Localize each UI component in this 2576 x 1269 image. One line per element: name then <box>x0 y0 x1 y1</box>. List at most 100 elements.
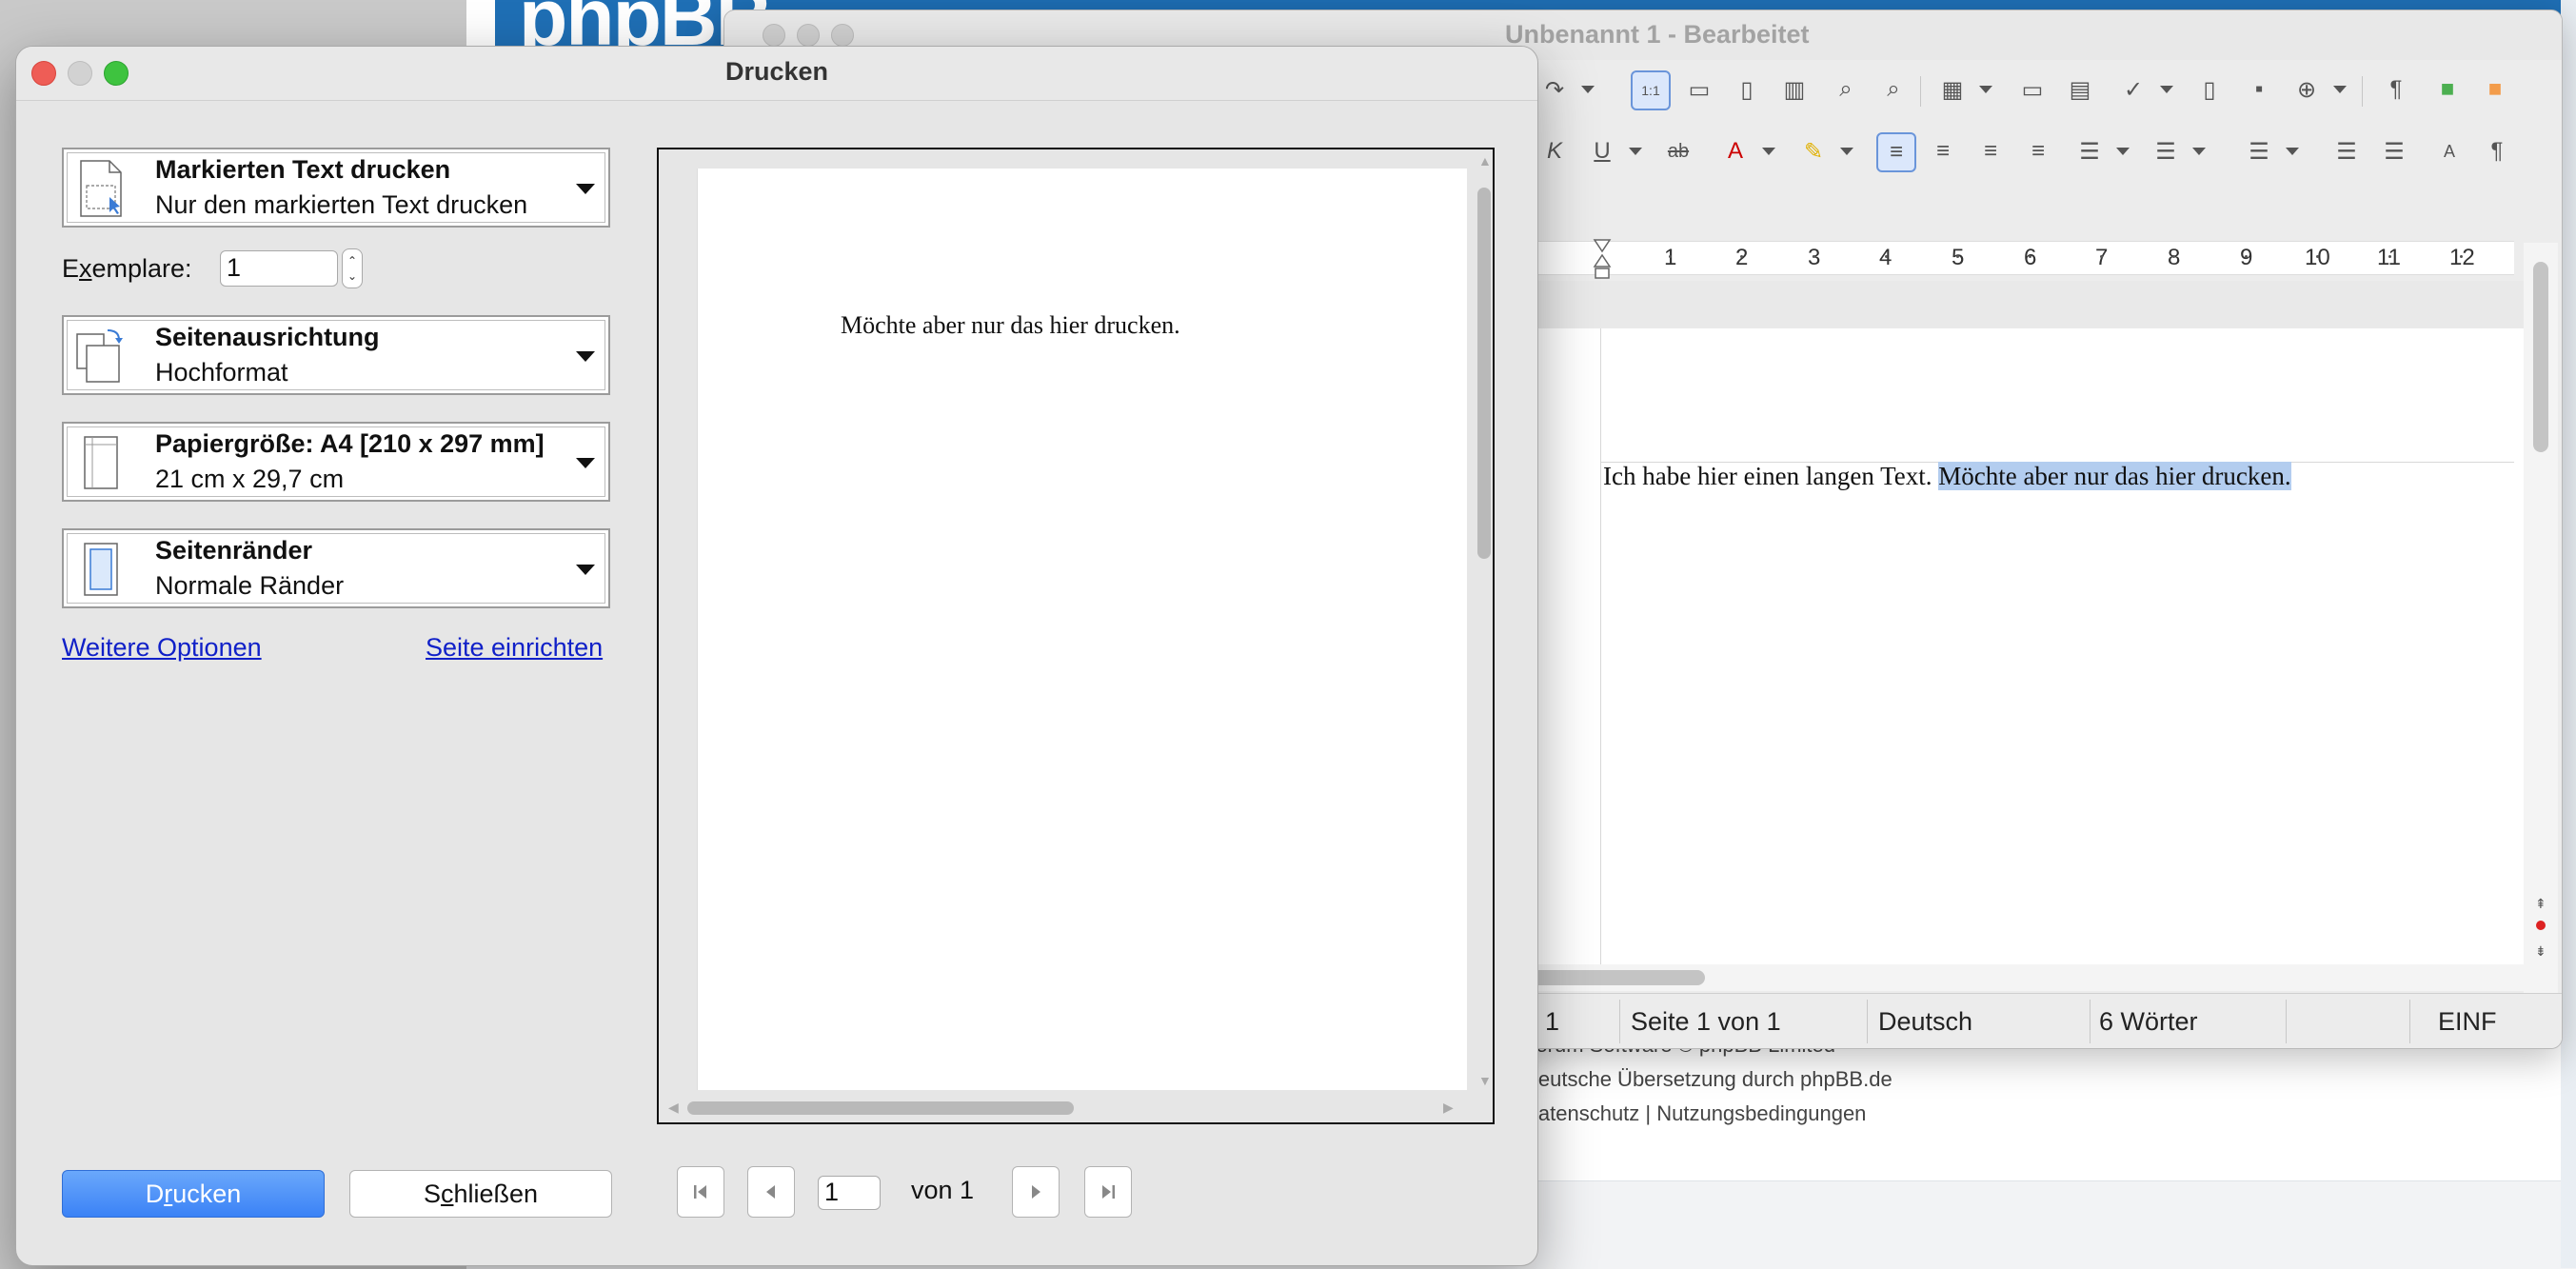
next-page-button[interactable] <box>1012 1166 1060 1218</box>
italic-icon[interactable]: K <box>1536 132 1574 170</box>
footer-line-3[interactable]: Datenschutz | Nutzungsbedingungen <box>1523 1097 1892 1131</box>
ruler-tick <box>2388 255 2391 258</box>
page-count-label: von 1 <box>911 1176 975 1204</box>
align-right-icon[interactable]: ≡ <box>1972 132 2010 170</box>
page-break-icon[interactable]: ▯ <box>2190 70 2229 109</box>
highlight-icon[interactable]: ✎ <box>1794 132 1833 170</box>
extension-p-icon[interactable]: ■ <box>2428 70 2467 109</box>
previous-page-button[interactable] <box>747 1166 795 1218</box>
print-range-subtitle: Nur den markierten Text drucken <box>155 190 528 219</box>
indent-marker-icon[interactable] <box>1593 238 1612 280</box>
insert-field-icon[interactable]: ▪ <box>2240 70 2278 109</box>
line-spacing-icon[interactable]: ☰ <box>2240 132 2278 170</box>
ruler-tick <box>2172 255 2175 258</box>
paragraph-style-icon[interactable]: A <box>2430 132 2468 170</box>
strikethrough-icon[interactable]: ab <box>1659 132 1697 170</box>
preview-vertical-scroll-thumb[interactable] <box>1477 188 1491 559</box>
hyperlink-dropdown[interactable] <box>2333 86 2347 93</box>
status-page-number: 1 <box>1545 1007 1560 1036</box>
document-text-selection[interactable]: Möchte aber nur das hier drucken. <box>1938 462 2291 490</box>
scroll-right-icon[interactable]: ▶ <box>1443 1100 1454 1116</box>
decrease-indent-icon[interactable]: ☰ <box>2375 132 2413 170</box>
print-range-title: Markierten Text drucken <box>155 155 451 184</box>
more-options-link[interactable]: Weitere Optionen <box>62 633 262 663</box>
increase-indent-icon[interactable]: ☰ <box>2328 132 2366 170</box>
redo-icon[interactable]: ↷ <box>1536 70 1574 109</box>
writer-vertical-scrollbar[interactable]: ⇞ ⇟ <box>2524 243 2558 995</box>
print-preview: Möchte aber nur das hier drucken. ▲ ▼ ◀ … <box>657 148 1495 1124</box>
print-button[interactable]: Drucken <box>62 1170 325 1218</box>
page-number-input[interactable]: 1 <box>818 1176 881 1210</box>
underline-icon[interactable]: U <box>1583 132 1621 170</box>
numbered-list-dropdown[interactable] <box>2192 148 2206 155</box>
navigator-icon[interactable] <box>2536 921 2546 930</box>
find-replace-icon[interactable]: ⌕ <box>1874 70 1912 109</box>
margins-dropdown[interactable]: Seitenränder Normale Ränder <box>62 528 610 608</box>
page-width-icon[interactable]: ▭ <box>1680 70 1718 109</box>
status-divider <box>1867 1000 1868 1043</box>
extension-s-icon[interactable]: ■ <box>2476 70 2514 109</box>
preview-text: Möchte aber nur das hier drucken. <box>841 311 1180 339</box>
document-text[interactable]: Ich habe hier einen langen Text. Möchte … <box>1603 462 2291 491</box>
scroll-down-icon[interactable]: ▼ <box>1478 1073 1492 1088</box>
status-word-count[interactable]: 6 Wörter <box>2099 1007 2198 1037</box>
status-insert-mode[interactable]: EINF <box>2438 1007 2497 1037</box>
find-icon[interactable]: ⌕ <box>1827 70 1865 109</box>
copies-input[interactable]: 1 <box>220 250 338 287</box>
stepper-up-icon[interactable]: ⌃ <box>347 255 357 267</box>
ruler-tick <box>1884 255 1888 258</box>
insert-chart-icon[interactable]: ▤ <box>2061 70 2099 109</box>
status-language[interactable]: Deutsch <box>1878 1007 1972 1037</box>
scroll-left-icon[interactable]: ◀ <box>668 1100 679 1116</box>
underline-dropdown[interactable] <box>1629 148 1642 155</box>
print-dialog-titlebar: Drucken <box>16 47 1537 101</box>
preview-vertical-scrollbar[interactable]: ▲ ▼ <box>1476 153 1493 1090</box>
redo-dropdown[interactable] <box>1581 86 1595 93</box>
status-page-of[interactable]: Seite 1 von 1 <box>1631 1007 1781 1037</box>
preview-page: Möchte aber nur das hier drucken. <box>697 169 1467 1090</box>
next-page-icon[interactable]: ⇟ <box>2535 943 2546 960</box>
writer-minimize-button[interactable] <box>797 24 820 47</box>
page-setup-link[interactable]: Seite einrichten <box>426 633 603 663</box>
justify-icon[interactable]: ≡ <box>2019 132 2057 170</box>
page-view-icon[interactable]: ▯ <box>1728 70 1766 109</box>
align-left-icon[interactable]: ≡ <box>1876 132 1916 172</box>
preview-horizontal-scroll-thumb[interactable] <box>687 1101 1074 1115</box>
orientation-dropdown[interactable]: Seitenausrichtung Hochformat <box>62 315 610 395</box>
margins-icon <box>84 543 118 596</box>
font-color-dropdown[interactable] <box>1762 148 1775 155</box>
footer-line-2[interactable]: Deutsche Übersetzung durch phpBB.de <box>1523 1062 1892 1097</box>
scroll-up-icon[interactable]: ▲ <box>1478 153 1492 169</box>
writer-close-button[interactable] <box>763 24 785 47</box>
bullet-list-icon[interactable]: ☰ <box>2071 132 2109 170</box>
writer-zoom-button[interactable] <box>831 24 854 47</box>
formatting-marks-icon[interactable]: ¶ <box>2377 70 2415 109</box>
align-center-icon[interactable]: ≡ <box>1924 132 1962 170</box>
bullet-list-dropdown[interactable] <box>2116 148 2130 155</box>
line-spacing-dropdown[interactable] <box>2286 148 2299 155</box>
preview-horizontal-scrollbar[interactable]: ◀ ▶ <box>663 1098 1472 1119</box>
ruler-number: 3 <box>1808 242 1820 274</box>
first-page-button[interactable] <box>677 1166 724 1218</box>
close-button[interactable]: Schließen <box>349 1170 612 1218</box>
spellcheck-dropdown[interactable] <box>2160 86 2173 93</box>
page-style-icon[interactable]: ¶ <box>2478 132 2516 170</box>
multi-page-icon[interactable]: ▥ <box>1775 70 1813 109</box>
last-page-button[interactable] <box>1084 1166 1132 1218</box>
print-range-dropdown[interactable]: Markierten Text drucken Nur den markiert… <box>62 148 610 228</box>
font-color-icon[interactable]: A <box>1716 132 1754 170</box>
hyperlink-icon[interactable]: ⊕ <box>2288 70 2326 109</box>
single-page-view-icon[interactable]: 1:1 <box>1631 70 1671 110</box>
prev-page-icon[interactable]: ⇞ <box>2535 896 2546 912</box>
ruler-tick <box>2028 255 2031 258</box>
insert-image-icon[interactable]: ▭ <box>2013 70 2051 109</box>
paper-size-dropdown[interactable]: Papiergröße: A4 [210 x 297 mm] 21 cm x 2… <box>62 422 610 502</box>
writer-vertical-scroll-thumb[interactable] <box>2533 262 2548 452</box>
copies-stepper[interactable]: ⌃ ⌄ <box>342 248 363 288</box>
spellcheck-icon[interactable]: ✓ <box>2114 70 2152 109</box>
numbered-list-icon[interactable]: ☰ <box>2147 132 2185 170</box>
insert-table-dropdown[interactable] <box>1979 86 1992 93</box>
stepper-down-icon[interactable]: ⌄ <box>347 270 357 282</box>
insert-table-icon[interactable]: ▦ <box>1933 70 1972 109</box>
highlight-dropdown[interactable] <box>1840 148 1853 155</box>
